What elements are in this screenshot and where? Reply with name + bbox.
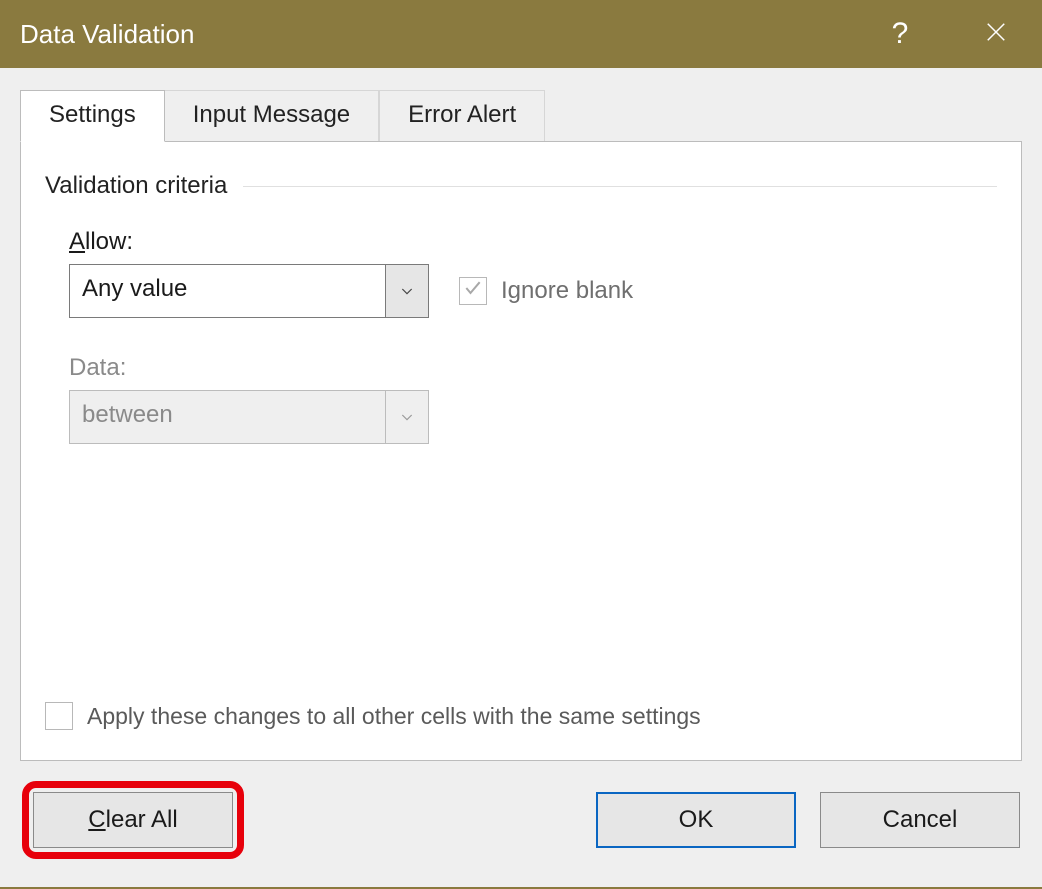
close-icon xyxy=(985,19,1007,50)
allow-field: Allow: Any value xyxy=(69,228,997,328)
help-button[interactable]: ? xyxy=(872,6,928,62)
titlebar: Data Validation ? xyxy=(0,0,1042,68)
apply-all-row: Apply these changes to all other cells w… xyxy=(45,702,701,730)
ignore-blank-label: Ignore blank xyxy=(501,277,633,305)
tab-input-message[interactable]: Input Message xyxy=(165,90,379,142)
ignore-blank-checkbox-row: Ignore blank xyxy=(459,277,633,305)
ok-label: OK xyxy=(679,806,714,834)
help-icon: ? xyxy=(892,17,909,51)
button-bar: Clear All OK Cancel xyxy=(0,761,1042,887)
tab-error-alert[interactable]: Error Alert xyxy=(379,90,545,142)
allow-dropdown-button[interactable] xyxy=(385,264,429,318)
data-value: between xyxy=(69,390,385,444)
tab-label: Error Alert xyxy=(408,101,516,128)
apply-all-label: Apply these changes to all other cells w… xyxy=(87,703,701,730)
annotation-highlight: Clear All xyxy=(22,781,244,859)
dialog-title: Data Validation xyxy=(20,19,872,50)
cancel-label: Cancel xyxy=(883,806,958,834)
tab-label: Input Message xyxy=(193,101,350,128)
close-button[interactable] xyxy=(968,6,1024,62)
tabstrip: Settings Input Message Error Alert xyxy=(0,68,1042,142)
settings-panel: Validation criteria Allow: Any value xyxy=(20,141,1022,761)
allow-label: Allow: xyxy=(69,228,997,256)
data-label: Data: xyxy=(69,354,997,382)
data-dropdown-button xyxy=(385,390,429,444)
chevron-down-icon xyxy=(399,283,415,299)
data-validation-dialog: Data Validation ? Settings Input Message… xyxy=(0,0,1042,889)
data-combobox: between xyxy=(69,390,429,444)
check-icon xyxy=(463,277,483,305)
groupbox-title: Validation criteria xyxy=(45,172,997,200)
allow-combobox[interactable]: Any value xyxy=(69,264,429,318)
tab-settings[interactable]: Settings xyxy=(20,90,165,142)
cancel-button[interactable]: Cancel xyxy=(820,792,1020,848)
groupbox-title-text: Validation criteria xyxy=(45,172,227,200)
groupbox-divider xyxy=(243,186,997,187)
allow-value: Any value xyxy=(69,264,385,318)
data-field: Data: between xyxy=(69,354,997,454)
apply-all-checkbox xyxy=(45,702,73,730)
chevron-down-icon xyxy=(399,409,415,425)
ignore-blank-checkbox xyxy=(459,277,487,305)
tab-label: Settings xyxy=(49,101,136,128)
ok-button[interactable]: OK xyxy=(596,792,796,848)
clear-all-button[interactable]: Clear All xyxy=(33,792,233,848)
